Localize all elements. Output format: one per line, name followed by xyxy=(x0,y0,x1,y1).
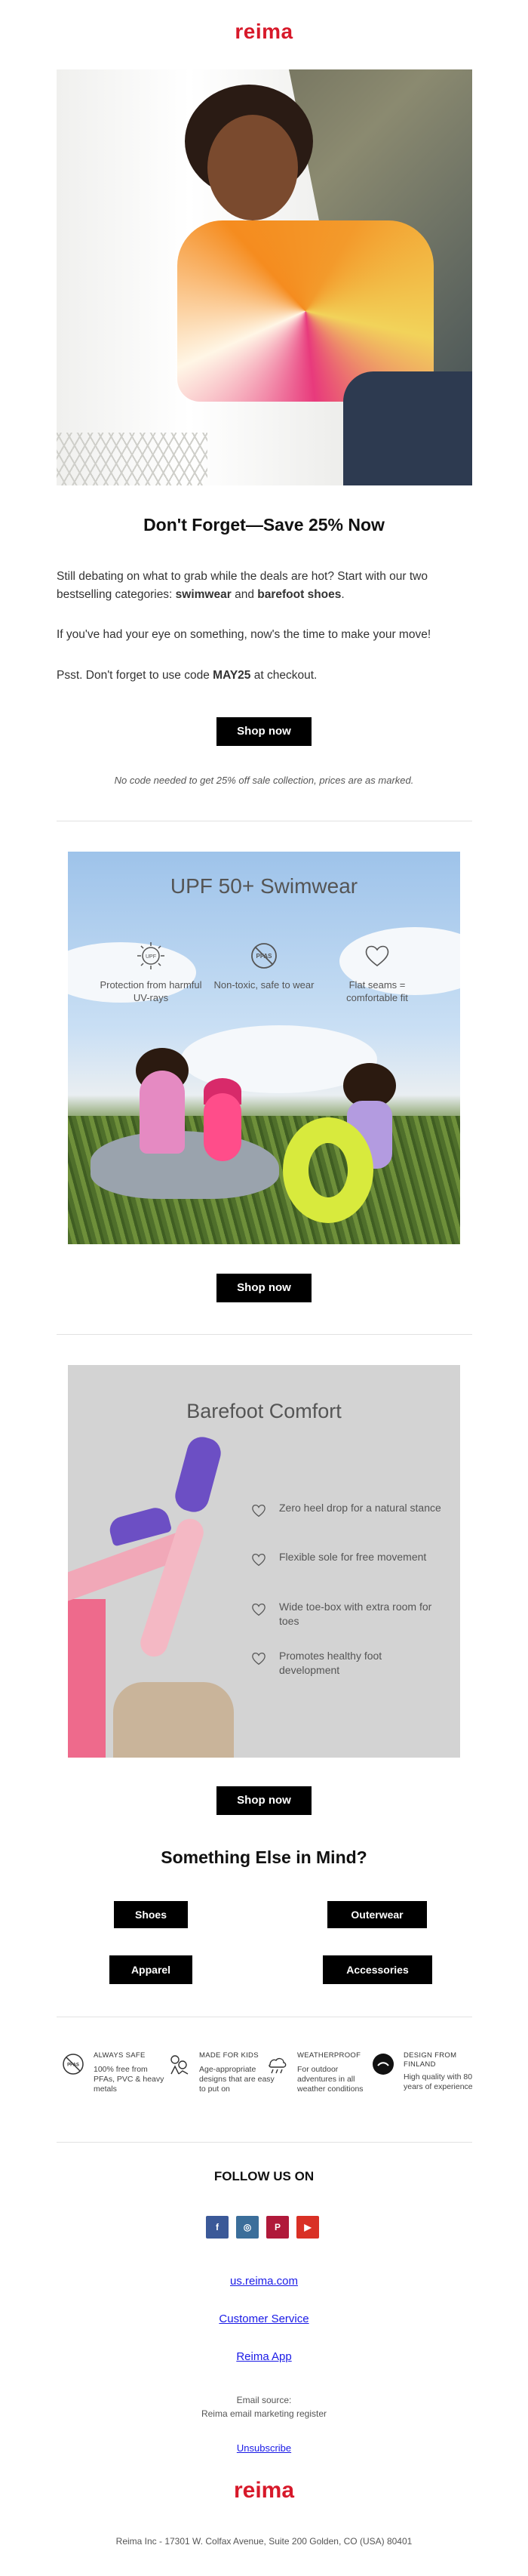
divider xyxy=(57,1334,472,1335)
email-source: Reima email marketing register xyxy=(201,2408,327,2419)
barefoot-item-3: Wide toe-box with extra room for toes xyxy=(252,1600,445,1628)
trust-made-for-kids: MADE FOR KIDS Age-appropriate designs th… xyxy=(167,2050,275,2118)
child-swimsuit xyxy=(204,1093,241,1161)
trust-always-safe: PFAS ALWAYS SAFE 100% free from PFAs, PV… xyxy=(62,2050,167,2118)
pinterest-icon[interactable]: P xyxy=(266,2216,289,2239)
p3-text: Psst. Don't forget to use code xyxy=(57,669,213,682)
pfas-free-icon: PFAS xyxy=(251,943,277,969)
intro-paragraph-2: If you've had your eye on something, now… xyxy=(57,628,431,641)
swim-ring xyxy=(283,1117,373,1223)
svg-text:PFAS: PFAS xyxy=(256,953,273,960)
heart-icon xyxy=(252,1652,266,1665)
footer-logo[interactable]: reima xyxy=(0,2478,528,2504)
trust-title: WEATHERPROOF xyxy=(297,2051,361,2060)
shop-now-button[interactable]: Shop now xyxy=(216,1786,312,1815)
swim-feature-1-text: Protection from harmful UV-rays xyxy=(100,979,202,1003)
promo-code: MAY25 xyxy=(213,669,251,682)
shoes-button[interactable]: Shoes xyxy=(114,1901,188,1928)
finland-icon xyxy=(373,2054,394,2075)
barefoot-item-text: Promotes healthy foot development xyxy=(279,1650,382,1676)
instagram-icon[interactable]: ◎ xyxy=(236,2216,259,2239)
intro-headline: Don't Forget—Save 25% Now xyxy=(143,515,385,535)
trust-text: Age-appropriate designs that are easy to… xyxy=(199,2065,275,2094)
facebook-icon[interactable]: f xyxy=(206,2216,229,2239)
p1-swimwear: swimwear xyxy=(175,588,232,601)
apparel-button[interactable]: Apparel xyxy=(109,1955,192,1984)
barefoot-item-text: Zero heel drop for a natural stance xyxy=(279,1502,441,1514)
youtube-icon[interactable]: ▶ xyxy=(296,2216,319,2239)
barefoot-item-text: Wide toe-box with extra room for toes xyxy=(279,1601,432,1627)
weather-icon xyxy=(269,2057,287,2074)
kids-icon xyxy=(170,2055,189,2075)
hammock-net xyxy=(57,433,207,485)
trust-title: DESIGN FROM FINLAND xyxy=(404,2051,457,2069)
swim-feature-2-text: Non-toxic, safe to wear xyxy=(213,979,315,991)
trust-title: ALWAYS SAFE xyxy=(94,2051,146,2060)
trust-design-finland: DESIGN FROM FINLAND High quality with 80… xyxy=(372,2050,477,2118)
pink-sleeve xyxy=(68,1599,106,1758)
reima-app-link[interactable]: Reima App xyxy=(0,2350,528,2363)
p1-period: . xyxy=(341,588,345,601)
heart-icon xyxy=(252,1553,266,1567)
p3-end: at checkout. xyxy=(250,669,318,682)
sun-upf-icon: UPF xyxy=(137,942,164,969)
child-swimsuit xyxy=(140,1071,185,1154)
svg-text:PFAS: PFAS xyxy=(67,2063,79,2068)
customer-service-link[interactable]: Customer Service xyxy=(0,2313,528,2325)
intro-paragraph-1: Still debating on what to grab while the… xyxy=(57,568,472,604)
swimwear-banner[interactable]: UPF 50+ Swimwear UPF Protection from har… xyxy=(68,852,460,1244)
swim-feature-3-text: Flat seams = comfortable fit xyxy=(346,979,408,1003)
divider xyxy=(57,2142,472,2143)
barefoot-title: Barefoot Comfort xyxy=(186,1400,342,1422)
trust-title: MADE FOR KIDS xyxy=(199,2051,259,2060)
something-else-title: Something Else in Mind? xyxy=(161,1847,367,1867)
heart-icon xyxy=(252,1504,266,1518)
email-source-label: Email source: xyxy=(236,2395,292,2405)
child-face xyxy=(207,115,298,220)
shorts xyxy=(113,1682,234,1758)
site-link[interactable]: us.reima.com xyxy=(0,2275,528,2288)
barefoot-item-2: Flexible sole for free movement xyxy=(252,1550,445,1567)
trust-text: For outdoor adventures in all weather co… xyxy=(297,2065,364,2094)
purple-shoe xyxy=(171,1433,225,1516)
swim-feature-1: UPF Protection from harmful UV-rays xyxy=(98,941,204,1004)
trust-weatherproof: WEATHERPROOF For outdoor adventures in a… xyxy=(266,2050,371,2118)
pfas-free-icon: PFAS xyxy=(63,2054,84,2075)
swimwear-title: UPF 50+ Swimwear xyxy=(170,874,358,898)
accessories-button[interactable]: Accessories xyxy=(323,1955,432,1984)
svg-text:UPF: UPF xyxy=(146,954,156,960)
follow-us-title: FOLLOW US ON xyxy=(213,2169,315,2183)
barefoot-item-text: Flexible sole for free movement xyxy=(279,1551,427,1563)
sale-note: No code needed to get 25% off sale colle… xyxy=(114,775,414,786)
heart-icon xyxy=(365,945,389,967)
shop-now-button[interactable]: Shop now xyxy=(216,1274,312,1302)
p1-barefoot: barefoot shoes xyxy=(257,588,342,601)
unsubscribe-link[interactable]: Unsubscribe xyxy=(0,2442,528,2454)
intro-paragraph-3: Psst. Don't forget to use code MAY25 at … xyxy=(57,667,472,685)
swim-feature-2: PFAS Non-toxic, safe to wear xyxy=(211,941,317,991)
trust-text: High quality with 80 years of experience xyxy=(404,2072,473,2091)
barefoot-item-1: Zero heel drop for a natural stance xyxy=(252,1501,445,1518)
heart-icon xyxy=(252,1603,266,1616)
p1-and: and xyxy=(231,588,258,601)
email-page: reima Don't Forget—Save 25% Now Still de… xyxy=(0,0,528,2576)
shop-now-button[interactable]: Shop now xyxy=(216,717,312,746)
swim-feature-3: Flat seams = comfortable fit xyxy=(324,941,430,1004)
barefoot-banner[interactable]: Barefoot Comfort Zero heel drop for a na… xyxy=(68,1365,460,1758)
footer-address: Reima Inc - 17301 W. Colfax Avenue, Suit… xyxy=(115,2536,413,2547)
hero-image[interactable] xyxy=(57,69,472,485)
outerwear-button[interactable]: Outerwear xyxy=(327,1901,427,1928)
child-pants xyxy=(343,371,472,485)
trust-text: 100% free from PFAs, PVC & heavy metals xyxy=(94,2065,164,2094)
reima-logo[interactable]: reima xyxy=(0,20,528,44)
barefoot-item-4: Promotes healthy foot development xyxy=(252,1649,445,1678)
